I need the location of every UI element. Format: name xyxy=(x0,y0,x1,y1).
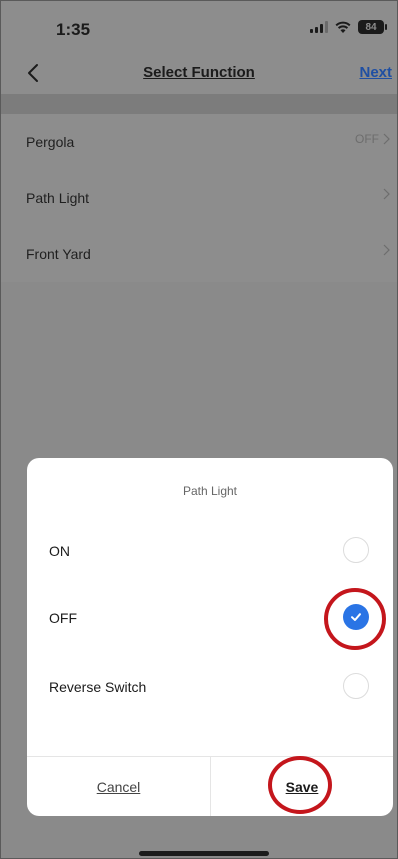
battery-level: 84 xyxy=(365,21,377,33)
function-picker-sheet: Path Light ON OFF Reverse Switch Cancel … xyxy=(27,458,393,816)
list-item-path-light[interactable]: Path Light xyxy=(0,170,398,226)
radio-unchecked-icon[interactable] xyxy=(343,673,369,699)
chevron-right-icon xyxy=(383,133,390,145)
sheet-title: Path Light xyxy=(182,484,238,498)
wifi-icon xyxy=(335,21,351,33)
option-off[interactable]: OFF xyxy=(27,594,393,642)
battery-icon: 84 xyxy=(358,20,387,34)
list-item-pergola[interactable]: Pergola OFF xyxy=(0,114,398,170)
radio-checked-icon[interactable] xyxy=(343,604,369,630)
checkmark-icon xyxy=(351,613,361,621)
option-label: ON xyxy=(49,543,70,559)
chevron-right-icon xyxy=(383,244,390,256)
option-on[interactable]: ON xyxy=(27,527,393,575)
navigation-bar: Select Function Next xyxy=(0,56,398,94)
save-button[interactable]: Save xyxy=(211,757,393,816)
radio-unchecked-icon[interactable] xyxy=(343,537,369,563)
list-item-label: Pergola xyxy=(26,134,75,150)
page-title: Select Function xyxy=(143,64,255,81)
list-item-label: Path Light xyxy=(26,190,90,206)
signal-icon xyxy=(310,21,328,33)
function-list: Pergola OFF Path Light Front Yard xyxy=(0,114,398,282)
list-item-front-yard[interactable]: Front Yard xyxy=(0,226,398,282)
option-label: Reverse Switch xyxy=(49,679,147,695)
cancel-button[interactable]: Cancel xyxy=(27,757,210,816)
status-time: 1:35 xyxy=(56,20,91,39)
list-item-label: Front Yard xyxy=(26,246,91,262)
option-label: OFF xyxy=(49,610,77,626)
next-button[interactable]: Next xyxy=(359,64,392,81)
status-icons: 84 xyxy=(310,20,387,34)
status-bar: 1:35 84 xyxy=(0,0,398,56)
option-reverse-switch[interactable]: Reverse Switch xyxy=(27,663,393,711)
home-indicator xyxy=(139,851,269,856)
section-gap xyxy=(0,94,398,114)
list-item-value: OFF xyxy=(355,132,379,146)
chevron-right-icon xyxy=(383,188,390,200)
